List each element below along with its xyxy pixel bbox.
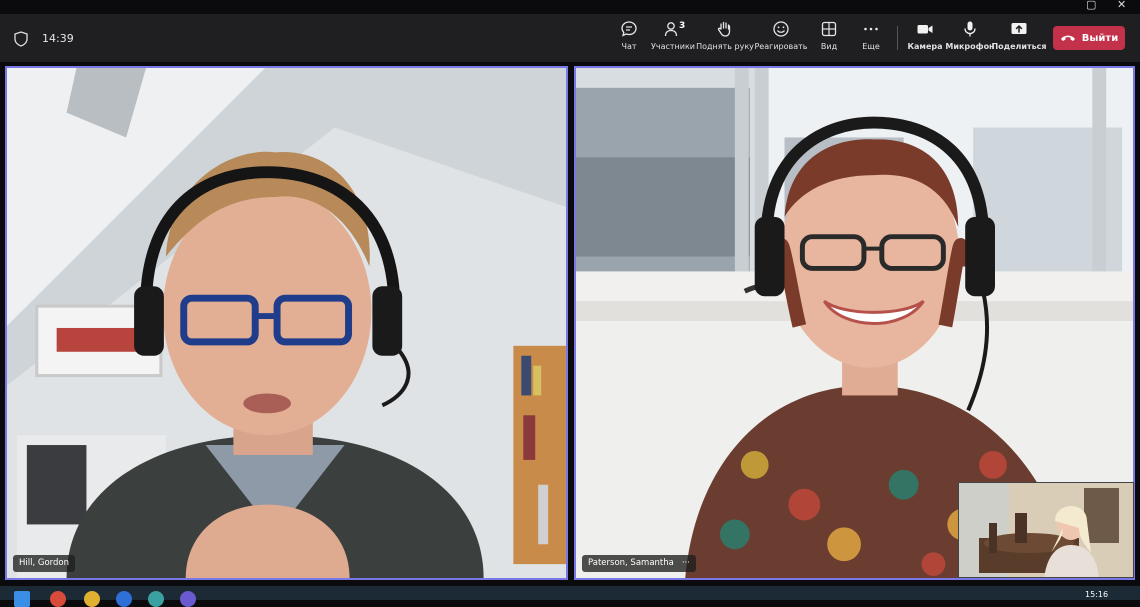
raise-hand-button[interactable]: Поднять руку <box>693 20 757 51</box>
meeting-timer: 14:39 <box>42 32 74 45</box>
leave-button[interactable]: Выйти <box>1053 26 1125 50</box>
leave-label: Выйти <box>1081 32 1119 44</box>
participant-name-left: Hill, Gordon <box>13 555 75 572</box>
hand-icon <box>717 21 731 37</box>
participant-tile-left[interactable]: Hill, Gordon <box>5 66 568 580</box>
chat-icon <box>621 21 637 37</box>
participant-name-right-label: Paterson, Samantha <box>588 558 674 568</box>
self-view-video[interactable] <box>958 482 1134 578</box>
mic-icon <box>964 21 976 37</box>
raise-hand-label: Поднять руку <box>696 42 754 51</box>
os-taskbar: 15:16 <box>0 586 1140 607</box>
participant-name-left-label: Hill, Gordon <box>19 558 69 568</box>
share-label: Поделиться <box>991 42 1047 51</box>
smiley-icon <box>773 21 789 37</box>
close-icon[interactable]: ✕ <box>1117 0 1126 11</box>
participant-options-icon[interactable]: ··· <box>682 555 690 572</box>
meeting-toolbar: 14:39 Чат 3 Участники Поднять руку Реаги… <box>0 14 1140 62</box>
self-view-feed <box>959 483 1133 577</box>
ellipsis-icon <box>864 27 878 31</box>
chat-label: Чат <box>621 42 637 51</box>
edge-icon[interactable] <box>148 591 164 607</box>
participant-name-right: Paterson, Samantha ··· <box>582 555 696 572</box>
view-label: Вид <box>820 42 838 51</box>
app-icon[interactable] <box>50 591 66 607</box>
restore-icon[interactable]: ▢ <box>1086 0 1096 11</box>
video-feed-left <box>7 68 566 578</box>
teams-icon[interactable] <box>180 591 196 607</box>
more-label: Еще <box>862 42 880 51</box>
participants-label: Участники <box>650 42 696 51</box>
taskbar-clock[interactable]: 15:16 <box>1085 590 1108 599</box>
grid-icon <box>821 21 837 37</box>
phone-hangup-icon <box>1060 35 1075 41</box>
browser-icon[interactable] <box>116 591 132 607</box>
window-titlebar: ▢ ✕ <box>0 0 1140 14</box>
share-button[interactable]: Поделиться <box>987 20 1051 51</box>
windows-start-icon[interactable] <box>14 591 30 607</box>
folder-icon[interactable] <box>84 591 100 607</box>
participants-count: 3 <box>679 21 686 31</box>
share-icon <box>1011 23 1027 34</box>
shield-icon <box>14 31 28 47</box>
camera-icon <box>917 25 933 34</box>
